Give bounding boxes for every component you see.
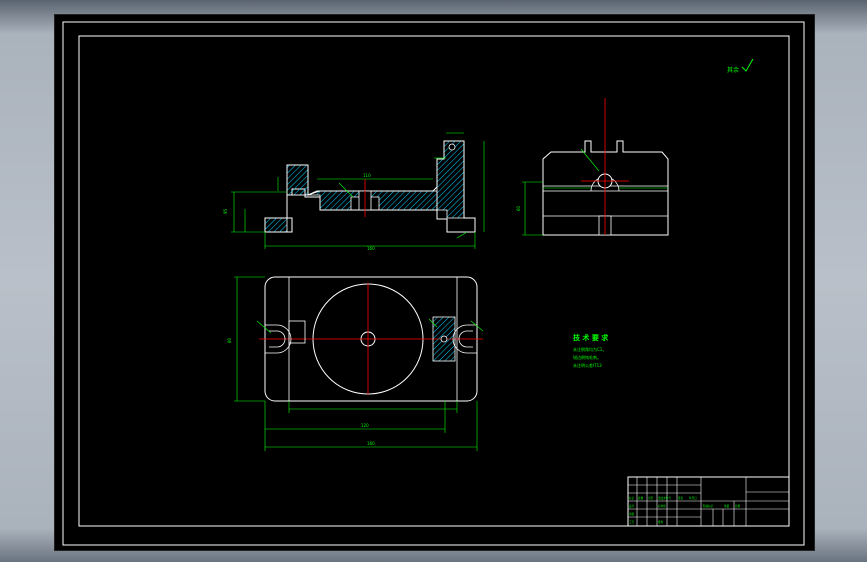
tech-req-line-1: 未注倒角均为C1。: [573, 346, 606, 352]
tb-cell-zhongliang: 重量: [724, 504, 730, 508]
tb-cell-nianyueri: 年月日: [689, 496, 697, 500]
tb-cell-chushu: 处数: [638, 496, 644, 500]
post-hole: [448, 143, 456, 151]
dim-front-width: 160: [367, 246, 375, 251]
tb-cell-biaoji: 标记: [629, 496, 635, 500]
tb-cell-genggai: 更改文件号: [658, 496, 671, 500]
engineering-drawing: 其余 95 160 110 60 80 120 160 技 术 要 求 未注倒角…: [62, 21, 805, 546]
title-block-grid: [628, 477, 789, 526]
corner-note: 其余: [727, 58, 754, 74]
hatch-left-block: [286, 164, 309, 196]
cad-viewport[interactable]: 其余 95 160 110 60 80 120 160 技 术 要 求 未注倒角…: [54, 14, 815, 551]
dim-front-top: 110: [363, 173, 371, 178]
plan-left-block: [288, 320, 306, 344]
tb-cell-qianming: 签名: [678, 496, 684, 500]
outer-frame: [62, 21, 805, 546]
inner-frame: [78, 35, 790, 527]
side-view[interactable]: 60: [516, 98, 669, 236]
plan-view[interactable]: 80 120 160: [227, 276, 484, 451]
dim-plan-inner: 120: [361, 423, 369, 428]
tb-cell-sheji: 设计: [629, 504, 635, 508]
plan-dimensions: [234, 276, 484, 451]
hatch-left-foot: [264, 217, 288, 233]
tb-cell-biaozhunhua: 标准化: [658, 504, 666, 508]
tb-cell-shenhe: 审核: [629, 512, 635, 516]
dim-plan-height: 80: [227, 337, 232, 343]
front-section-view[interactable]: 95 160 110: [223, 132, 485, 251]
hatch-right-block: [436, 140, 465, 219]
tb-cell-fenqu: 分区: [648, 496, 654, 500]
dim-front-height: 95: [223, 208, 228, 214]
tech-req-title: 技 术 要 求: [573, 333, 609, 342]
title-block: 标记 处数 分区 更改文件号 签名 年月日 设计 标准化 阶段标记 重量 比例 …: [627, 476, 790, 527]
plan-right-hole: [440, 335, 448, 343]
tb-cell-bili: 比例: [735, 504, 741, 508]
tb-cell-pizhun: 批准: [658, 520, 664, 524]
technical-requirements: 技 术 要 求 未注倒角均为C1。 锐边倒钝毛刺。 未注明公差IT13: [573, 333, 609, 368]
dim-plan-total: 160: [367, 441, 375, 446]
tb-cell-gongyi: 工艺: [629, 520, 635, 524]
side-dimensions: [522, 181, 668, 236]
tb-cell-jieduan: 阶段标记: [703, 504, 714, 508]
title-block-border: [627, 476, 790, 527]
tech-req-line-2: 锐边倒钝毛刺。: [573, 354, 601, 360]
tech-req-line-3: 未注明公差IT13: [573, 362, 602, 368]
roughness-symbol-icon: [741, 58, 754, 72]
dim-side-height: 60: [516, 205, 521, 211]
corner-note-text: 其余: [727, 66, 739, 74]
